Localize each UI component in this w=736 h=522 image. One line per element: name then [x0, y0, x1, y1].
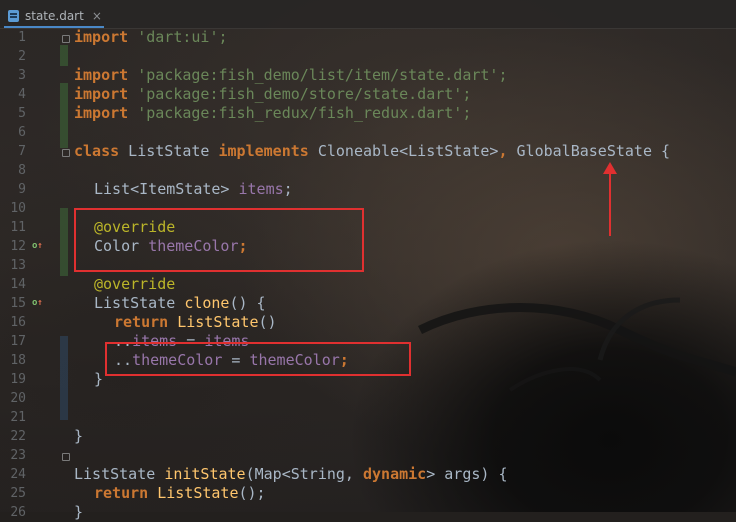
line-number: 7 [18, 144, 26, 159]
dart-file-icon [8, 10, 19, 22]
line-number: 1 [18, 30, 26, 45]
line-number: 24 [10, 467, 26, 482]
code-line-7: class ListState implements Cloneable<Lis… [74, 142, 671, 160]
fold-toggle-icon[interactable] [62, 453, 70, 461]
line-number: 25 [10, 486, 26, 501]
change-marker [60, 336, 68, 420]
close-tab-icon[interactable]: × [92, 9, 102, 23]
code-line-14: @override [94, 275, 176, 293]
editor-tab-bar: state.dart × [0, 0, 736, 29]
fold-toggle-icon[interactable] [62, 149, 70, 157]
line-number: 26 [10, 505, 26, 520]
code-line-16: return ListState() [114, 313, 277, 331]
file-tab-state-dart[interactable]: state.dart × [8, 6, 102, 26]
line-number: 22 [10, 429, 26, 444]
line-number: 23 [10, 448, 26, 463]
code-line-3: import 'package:fish_demo/list/item/stat… [74, 66, 508, 84]
code-line-15: ListState clone() { [94, 294, 266, 312]
code-line-5: import 'package:fish_redux/fish_redux.da… [74, 104, 472, 122]
highlight-box-clone-assignment [105, 342, 411, 376]
tab-filename: state.dart [25, 9, 84, 23]
line-number: 13 [10, 258, 26, 273]
fold-toggle-icon[interactable] [62, 35, 70, 43]
line-number: 15 [10, 296, 26, 311]
red-up-arrow-annotation [603, 162, 617, 236]
line-number: 19 [10, 372, 26, 387]
line-number: 21 [10, 410, 26, 425]
line-number: 2 [18, 49, 26, 64]
line-number: 6 [18, 125, 26, 140]
line-number: 9 [18, 182, 26, 197]
override-up-arrow-icon[interactable]: o↑ [32, 237, 43, 256]
line-number: 3 [18, 68, 26, 83]
code-line-1: import 'dart:ui'; [74, 28, 228, 46]
line-number: 10 [10, 201, 26, 216]
code-line-25: return ListState(); [94, 484, 266, 502]
code-line-24: ListState initState(Map<String, dynamic>… [74, 465, 508, 483]
line-number: 16 [10, 315, 26, 330]
line-number: 17 [10, 334, 26, 349]
line-number: 12 [10, 239, 26, 254]
editor-gutter: 1 2 3 4 5 6 7 8 9 10 11 12 13 14 15 16 17 18 19 20 21 22 23 24 2… [0, 28, 70, 520]
code-line-22: } [74, 427, 84, 445]
highlight-box-themecolor-field [74, 208, 364, 272]
override-up-arrow-icon[interactable]: o↑ [32, 294, 43, 313]
line-number: 11 [10, 220, 26, 235]
line-number: 18 [10, 353, 26, 368]
code-line-4: import 'package:fish_demo/store/state.da… [74, 85, 472, 103]
line-number: 20 [10, 391, 26, 406]
change-marker [60, 208, 68, 276]
code-line-9: List<ItemState> items; [94, 180, 293, 198]
line-number: 14 [10, 277, 26, 292]
change-marker [60, 45, 68, 66]
change-marker [60, 83, 68, 148]
code-line-26: } [74, 503, 84, 521]
line-number: 4 [18, 87, 26, 102]
line-number: 5 [18, 106, 26, 121]
line-number: 8 [18, 163, 26, 178]
code-line-19: } [94, 370, 104, 388]
